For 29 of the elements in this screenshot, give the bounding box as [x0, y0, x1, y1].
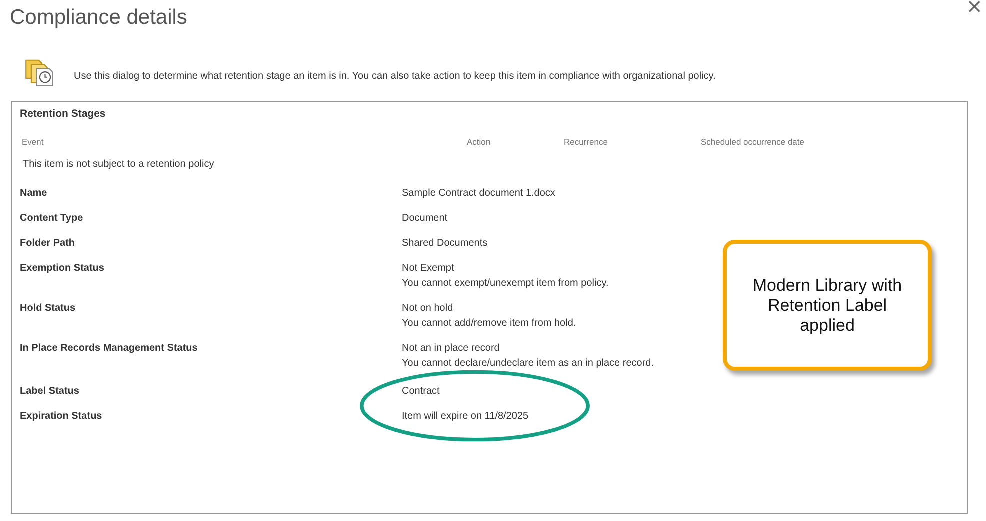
property-value: You cannot add/remove item from hold. [402, 317, 576, 331]
property-value: Not an in place record [402, 342, 501, 356]
column-header: Action [467, 137, 492, 149]
description-text: Use this dialog to determine what retention stage an item is in. You can also take action to keep this item in compliance with organizational policy. [74, 70, 716, 82]
property-label: Hold Status [20, 302, 77, 316]
callout-text: Modern Library with Retention Label applied [752, 276, 904, 336]
property-label: Name [20, 187, 48, 201]
property-label: In Place Records Management Status [20, 342, 199, 356]
property-label: Content Type [20, 212, 84, 226]
property-value: Item will expire on 11/8/2025 [402, 410, 529, 424]
property-value: Sample Contract document 1.docx [402, 187, 556, 201]
property-value: You cannot exempt/unexempt item from policy. [402, 277, 609, 291]
column-header: Scheduled occurrence date [701, 137, 804, 149]
column-header: Recurrence [564, 137, 609, 149]
property-value: You cannot declare/undeclare item as an in place record. [402, 357, 654, 371]
property-label: Exemption Status [20, 262, 106, 276]
empty-message: This item is not subject to a retention policy [22, 159, 216, 170]
dialog-title: Compliance details [10, 6, 188, 30]
property-value: Contract [402, 385, 440, 399]
property-label: Expiration Status [20, 410, 104, 424]
close-button[interactable]: × [966, 0, 983, 16]
property-label: Label Status [20, 385, 80, 399]
property-value: Not on hold [402, 302, 454, 316]
property-value: Shared Documents [402, 237, 488, 251]
column-header: Event [21, 137, 45, 149]
section-heading: Retention Stages [20, 108, 107, 120]
property-label: Folder Path [20, 237, 76, 251]
property-value: Not Exempt [402, 262, 456, 276]
property-value: Document [402, 212, 448, 226]
